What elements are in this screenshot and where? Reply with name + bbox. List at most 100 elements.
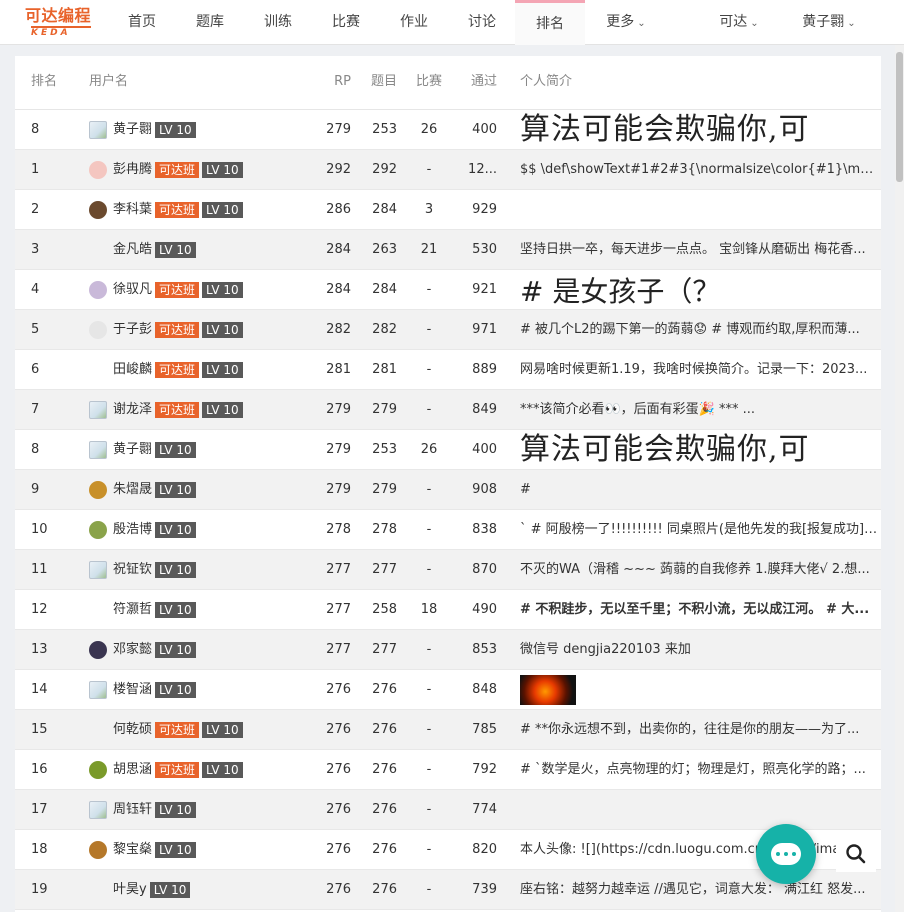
username-link[interactable]: 黄子翾 [113,430,152,470]
rp-cell: 276 [326,722,351,737]
chevron-down-icon: ⌄ [750,18,759,29]
bio-cell: 座右铭：越努力越幸运 //遇见它，词意大发： 满江红 怒发... [520,870,881,910]
avatar[interactable] [89,761,107,779]
problems-cell: 279 [372,402,397,417]
col-rp: RP [334,74,351,89]
avatar[interactable] [89,241,107,259]
nav-ranking[interactable]: 排名 [515,0,585,45]
bio-cell: 算法可能会欺骗你,可 [520,110,881,150]
problems-cell: 284 [372,202,397,217]
table-row: 13 邓家懿 LV 10 277 277 - 853 微信号 dengjia220103 来加 [15,630,881,670]
avatar[interactable] [89,561,107,579]
contests-cell: - [426,842,432,857]
table-row: 8 黄子翾 LV 10 279 253 26 400 算法可能会欺骗你,可 [15,110,881,150]
bio-cell: # [520,470,881,510]
avatar[interactable] [89,841,107,859]
class-badge: 可达班 [155,762,200,778]
bio-text: $$ \def\showText#1#2#3{\normalsize\color… [520,162,881,177]
rank-cell: 19 [31,882,48,897]
level-badge: LV 10 [155,682,196,698]
bio-text: # [520,482,531,497]
username-link[interactable]: 周钰轩 [113,790,152,830]
rp-cell: 277 [326,642,351,657]
username-link[interactable]: 谢龙泽 [113,390,152,430]
rp-cell: 277 [326,562,351,577]
avatar[interactable] [89,281,107,299]
problems-cell: 284 [372,282,397,297]
avatar[interactable] [89,721,107,739]
avatar[interactable] [89,441,107,459]
problems-cell: 282 [372,322,397,337]
nav-org[interactable]: 可达 ⌄ [714,0,764,45]
avatar[interactable] [89,881,107,899]
avatar[interactable] [89,601,107,619]
username-link[interactable]: 彭冉腾 [113,150,152,190]
avatar[interactable] [89,121,107,139]
avatar[interactable] [89,801,107,819]
bio-cell: # 是女孩子（？ [520,270,881,310]
bio-cell: 算法可能会欺骗你,可 [520,430,881,470]
table-row: 14 楼智涵 LV 10 276 276 - 848 [15,670,881,710]
user-cell: 朱熠晟 LV 10 [89,470,319,510]
contests-cell: 3 [424,202,434,217]
nav-user-menu[interactable]: 黄子翾 ⌄ [796,0,862,45]
avatar[interactable] [89,481,107,499]
username-link[interactable]: 殷浩博 [113,510,152,550]
chat-button[interactable] [756,824,816,884]
username-link[interactable]: 祝钲钦 [113,550,152,590]
nav-more[interactable]: 更多 ⌄ [598,0,654,45]
rank-cell: 8 [31,442,40,457]
rp-cell: 276 [326,802,351,817]
username-link[interactable]: 金凡皓 [113,230,152,270]
username-link[interactable]: 黎宝燊 [113,830,152,870]
username-link[interactable]: 何乾硕 [113,710,152,750]
username-link[interactable]: 李科葉 [113,190,152,230]
level-badge: LV 10 [155,122,196,138]
nav-problems[interactable]: 题库 [188,0,232,45]
nav-discuss[interactable]: 讨论 [460,0,504,45]
level-badge: LV 10 [202,762,243,778]
username-link[interactable]: 楼智涵 [113,670,152,710]
username-link[interactable]: 邓家懿 [113,630,152,670]
user-cell: 楼智涵 LV 10 [89,670,319,710]
nav-home[interactable]: 首页 [120,0,164,45]
avatar[interactable] [89,161,107,179]
user-cell: 谢龙泽 可达班 LV 10 [89,390,319,430]
bio-text: ***该简介必看👀，后面有彩蛋🎉 *** ... [520,402,756,417]
rp-cell: 286 [326,202,351,217]
rank-cell: 5 [31,322,40,337]
contests-cell: - [426,322,432,337]
scrollbar-thumb[interactable] [896,52,903,182]
nav-training[interactable]: 训练 [256,0,300,45]
username-link[interactable]: 田峻麟 [113,350,152,390]
class-badge: 可达班 [155,202,200,218]
bio-text: # 被几个L2的踢下第一的蒟蒻😟 # 博观而约取,厚积而薄... [520,322,860,337]
avatar[interactable] [89,641,107,659]
bio-cell: ***该简介必看👀，后面有彩蛋🎉 *** ... [520,390,881,430]
avatar[interactable] [89,521,107,539]
nav-contests[interactable]: 比赛 [324,0,368,45]
level-badge: LV 10 [155,482,196,498]
search-button[interactable] [836,836,876,872]
avatar[interactable] [89,201,107,219]
username-link[interactable]: 黄子翾 [113,110,152,150]
avatar[interactable] [89,401,107,419]
problems-cell: 277 [372,642,397,657]
username-link[interactable]: 胡思涵 [113,750,152,790]
username-link[interactable]: 朱熠晟 [113,470,152,510]
avatar[interactable] [89,681,107,699]
rp-cell: 276 [326,882,351,897]
username-link[interactable]: 符灏哲 [113,590,152,630]
rank-cell: 1 [31,162,40,177]
nav-homework[interactable]: 作业 [392,0,436,45]
accepted-cell: 870 [472,562,497,577]
site-logo[interactable]: 可达编程 KEDA [25,6,97,38]
avatar[interactable] [89,361,107,379]
username-link[interactable]: 于子彭 [113,310,152,350]
username-link[interactable]: 徐驭凡 [113,270,152,310]
table-row: 5 于子彭 可达班 LV 10 282 282 - 971 # 被几个L2的踢下第一的蒟蒻😟 #… [15,310,881,350]
username-link[interactable]: 叶昊y [113,870,147,910]
problems-cell: 276 [372,802,397,817]
avatar[interactable] [89,321,107,339]
bio-text: # 不积跬步，无以至千里；不积小流，无以成江河。 # 大... [520,602,870,617]
